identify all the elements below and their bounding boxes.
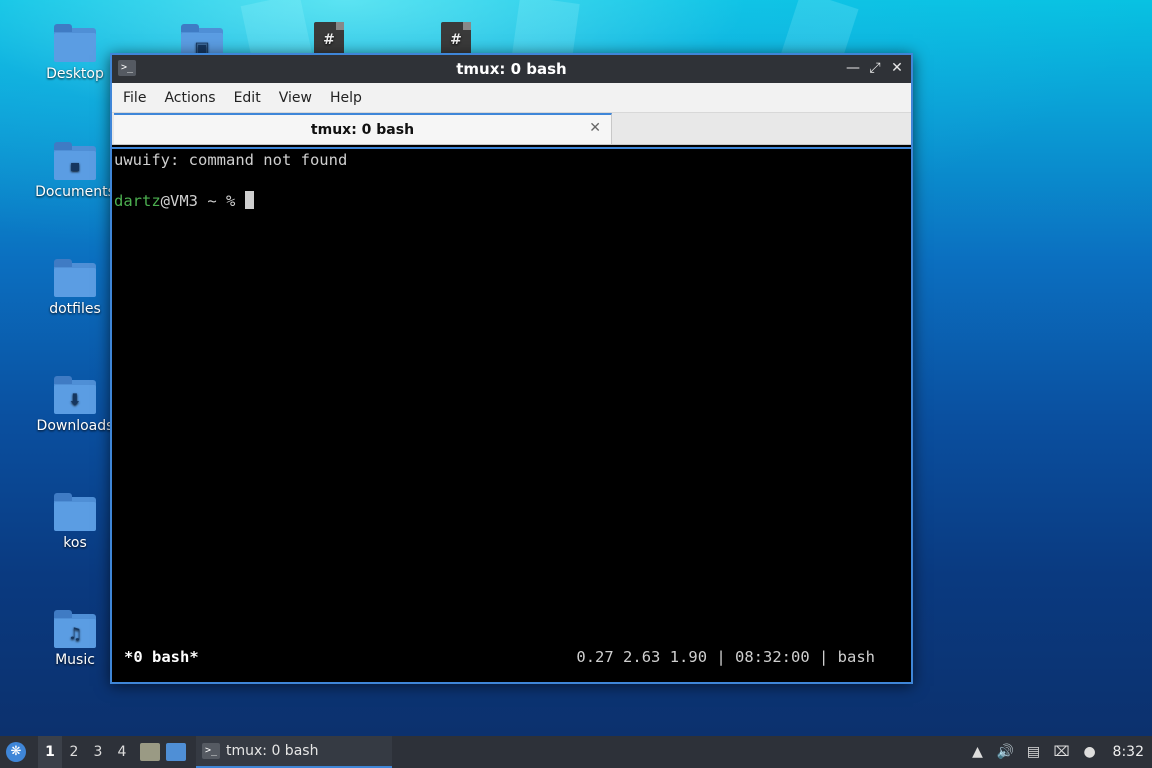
close-button[interactable]: ✕	[889, 59, 905, 77]
prompt-host-path: @VM3 ~ %	[160, 192, 245, 210]
tab-bar: tmux: 0 bash ✕	[112, 113, 911, 145]
tab-tmux-bash[interactable]: tmux: 0 bash ✕	[114, 113, 612, 144]
desktop-icon-label: Music	[55, 652, 95, 668]
taskbar-task-tmux[interactable]: >_ tmux: 0 bash	[196, 736, 392, 768]
tab-label: tmux: 0 bash	[310, 121, 415, 138]
folder-icon	[54, 259, 96, 297]
terminal-line: uwuify: command not found	[114, 151, 348, 169]
desktop-icon-dotfiles[interactable]: dotfiles	[30, 259, 120, 317]
tmux-status-right: 0.27 2.63 1.90 | 08:32:00 | bash	[576, 648, 875, 666]
maximize-button[interactable]: ⤢	[867, 59, 883, 77]
taskbar-task-label: tmux: 0 bash	[226, 743, 319, 759]
clock[interactable]: 8:32	[1113, 744, 1144, 760]
desktop-icon-desktop[interactable]: Desktop	[30, 24, 120, 82]
desktop-icon-kos[interactable]: kos	[30, 493, 120, 551]
system-tray: ▲ 🔊 ▤ ⌧ ● 8:32	[969, 736, 1144, 768]
volume-icon[interactable]: 🔊	[997, 743, 1015, 761]
tmux-window-list: *0 bash*	[124, 648, 199, 666]
desktop-icon-music[interactable]: ♫ Music	[30, 610, 120, 668]
downloads-folder-icon: ⬇	[54, 376, 96, 414]
file-manager-launcher-icon[interactable]	[140, 743, 160, 761]
menu-help[interactable]: Help	[321, 83, 371, 113]
terminal-window: >_ tmux: 0 bash — ⤢ ✕ File Actions Edit …	[110, 53, 913, 684]
desktop-icon-label: Desktop	[46, 66, 104, 82]
network-icon[interactable]: ⌧	[1053, 743, 1071, 761]
text-cursor	[244, 191, 254, 209]
music-folder-icon: ♫	[54, 610, 96, 648]
menu-view[interactable]: View	[270, 83, 321, 113]
minimize-button[interactable]: —	[845, 59, 861, 77]
tray-expand-icon[interactable]: ▲	[969, 743, 987, 761]
menu-actions[interactable]: Actions	[155, 83, 224, 113]
documents-folder-icon: ▪	[54, 142, 96, 180]
terminal-icon: >_	[118, 60, 136, 76]
prompt-user: dartz	[114, 192, 161, 210]
workspace-2[interactable]: 2	[62, 736, 86, 768]
terminal-prompt: dartz@VM3 ~ %	[114, 191, 254, 210]
desktop-icon-downloads[interactable]: ⬇ Downloads	[30, 376, 120, 434]
terminal-icon: >_	[202, 743, 220, 759]
desktop-icon-documents[interactable]: ▪ Documents	[30, 142, 120, 200]
desktop-icon-label: Documents	[35, 184, 115, 200]
menu-bar: File Actions Edit View Help	[112, 83, 911, 113]
workspace-3[interactable]: 3	[86, 736, 110, 768]
desktop-icon-label: dotfiles	[49, 301, 101, 317]
terminal-output[interactable]: uwuify: command not found dartz@VM3 ~ % …	[112, 147, 911, 682]
menu-edit[interactable]: Edit	[225, 83, 270, 113]
taskbar: ❋ 1 2 3 4 >_ tmux: 0 bash ▲ 🔊 ▤ ⌧ ● 8:32	[0, 736, 1152, 768]
window-titlebar[interactable]: >_ tmux: 0 bash — ⤢ ✕	[112, 55, 911, 83]
start-menu-icon[interactable]: ❋	[6, 742, 26, 762]
desktop-icon-label: Downloads	[36, 418, 114, 434]
clipboard-icon[interactable]: ▤	[1025, 743, 1043, 761]
menu-file[interactable]: File	[114, 83, 155, 113]
show-desktop-icon[interactable]	[166, 743, 186, 761]
folder-icon	[54, 493, 96, 531]
desktop-icon-label: kos	[63, 535, 87, 551]
workspace-1[interactable]: 1	[38, 736, 62, 768]
folder-icon	[54, 24, 96, 62]
tab-close-icon[interactable]: ✕	[589, 120, 601, 136]
window-title: tmux: 0 bash	[456, 60, 567, 78]
notification-icon[interactable]: ●	[1081, 743, 1099, 761]
workspace-4[interactable]: 4	[110, 736, 134, 768]
